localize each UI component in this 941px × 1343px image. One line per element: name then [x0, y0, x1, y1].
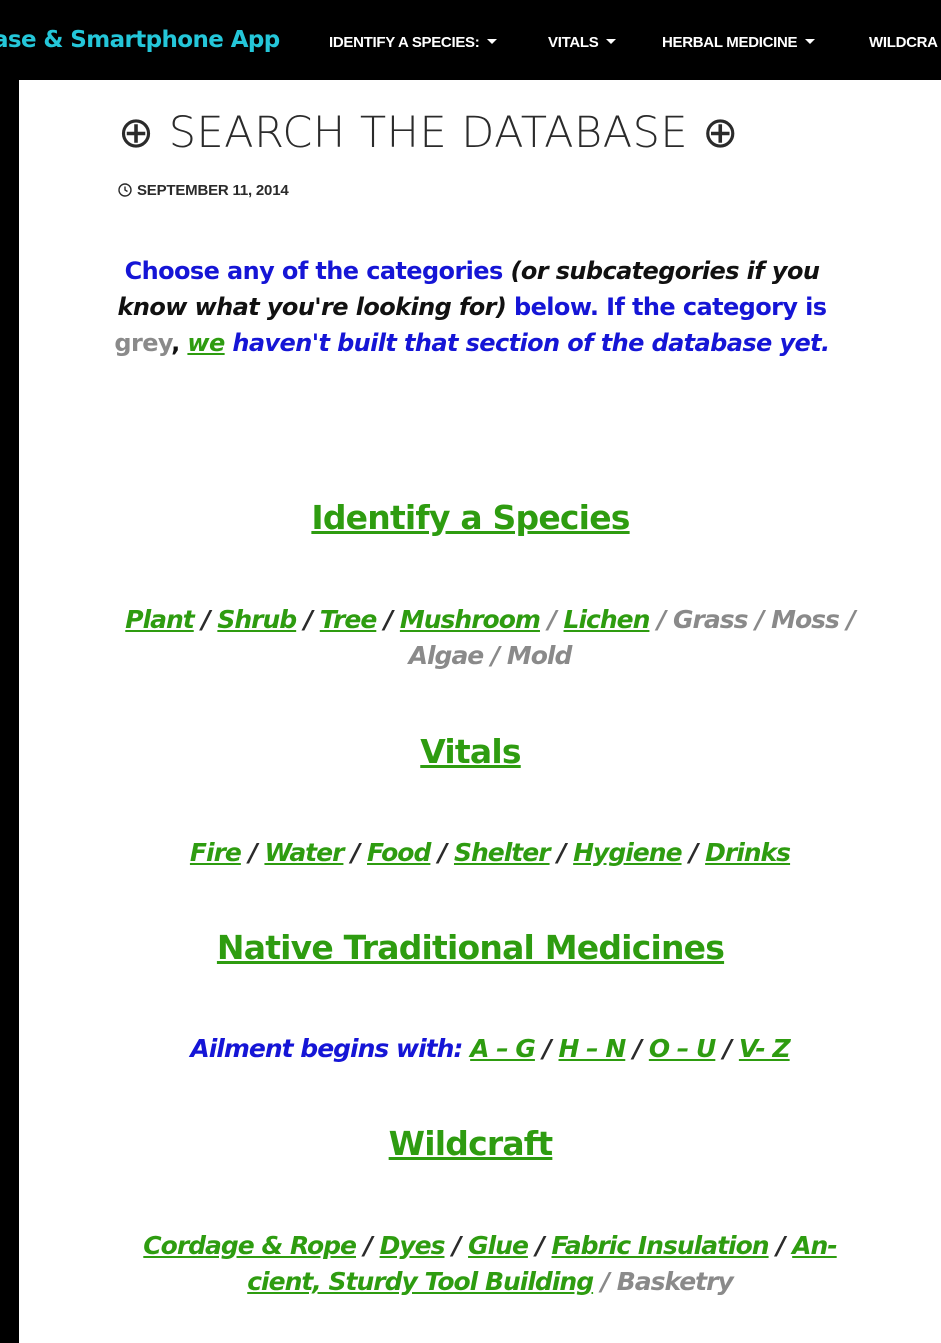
- nav-item-label: HERBAL MEDICINE: [662, 34, 798, 51]
- site-brand-link[interactable]: ase & Smartphone App: [0, 27, 280, 53]
- ailment-label: Ailment begins with:: [190, 1034, 463, 1063]
- link-water[interactable]: Water: [264, 838, 344, 867]
- top-navigation-bar: ase & Smartphone App IDENTIFY A SPECIES:…: [0, 0, 941, 80]
- medicine-links: Ailment begins with: A – G / H – N / O –…: [190, 1034, 791, 1063]
- page-title: ⊕ SEARCH THE DATABASE ⊕: [118, 108, 739, 158]
- unavailable-basketry: Basketry: [616, 1267, 734, 1296]
- chevron-down-icon: [487, 39, 498, 44]
- nav-item-wildcraft[interactable]: WILDCRA: [869, 34, 938, 51]
- nav-item-label: IDENTIFY A SPECIES:: [329, 34, 480, 51]
- intro-we-link[interactable]: we: [187, 329, 225, 357]
- chevron-down-icon: [805, 39, 816, 44]
- link-hygiene[interactable]: Hygiene: [573, 838, 682, 867]
- link-ailment-h-n[interactable]: H – N: [559, 1034, 627, 1063]
- intro-text: haven't built that section of the databa…: [232, 329, 830, 357]
- section-heading-vitals[interactable]: Vitals: [0, 732, 941, 771]
- link-glue[interactable]: Glue: [468, 1231, 529, 1260]
- unavailable-grass: Grass: [673, 605, 748, 634]
- link-ailment-v-z[interactable]: V- Z: [739, 1034, 791, 1063]
- link-dyes[interactable]: Dyes: [380, 1231, 446, 1260]
- wildcraft-links: Cordage & Rope / Dyes / Glue / Fabric In…: [143, 1231, 838, 1296]
- link-drinks[interactable]: Drinks: [705, 838, 791, 867]
- intro-comma: ,: [171, 329, 180, 357]
- section-heading-identify-a-species[interactable]: Identify a Species: [0, 498, 941, 537]
- link-ancient-tool-building[interactable]: An-: [792, 1231, 838, 1260]
- unavailable-mold: Mold: [506, 641, 573, 670]
- link-food[interactable]: Food: [367, 838, 431, 867]
- post-date[interactable]: SEPTEMBER 11, 2014: [118, 182, 289, 199]
- unavailable-moss: Moss: [771, 605, 840, 634]
- intro-paragraph: Choose any of the categories (or subcate…: [102, 253, 842, 361]
- identify-links: Plant / Shrub / Tree / Mushroom / Lichen…: [125, 605, 856, 670]
- chevron-down-icon: [606, 39, 617, 44]
- link-plant[interactable]: Plant: [125, 605, 195, 634]
- link-ancient-tool-building[interactable]: cient, Sturdy Tool Building: [247, 1267, 594, 1296]
- unavailable-algae: Algae: [408, 641, 485, 670]
- link-lichen[interactable]: Lichen: [564, 605, 651, 634]
- post-date-text: SEPTEMBER 11, 2014: [137, 182, 289, 199]
- intro-text: below. If the category is: [514, 293, 827, 321]
- link-shelter[interactable]: Shelter: [454, 838, 551, 867]
- link-fire[interactable]: Fire: [190, 838, 242, 867]
- intro-grey-word: grey: [114, 329, 172, 357]
- nav-item-identify-a-species[interactable]: IDENTIFY A SPECIES:: [329, 34, 498, 51]
- section-heading-native-traditional-medicines[interactable]: Native Traditional Medicines: [0, 928, 941, 967]
- nav-item-label: VITALS: [548, 34, 599, 51]
- section-heading-wildcraft[interactable]: Wildcraft: [0, 1124, 941, 1163]
- intro-text: Choose any of the categories: [124, 257, 504, 285]
- vitals-links: Fire / Water / Food / Shelter / Hygiene …: [189, 838, 791, 867]
- link-mushroom[interactable]: Mushroom: [400, 605, 541, 634]
- link-tree[interactable]: Tree: [320, 605, 378, 634]
- link-shrub[interactable]: Shrub: [217, 605, 297, 634]
- link-fabric-insulation[interactable]: Fabric Insulation: [551, 1231, 769, 1260]
- clock-icon: [118, 183, 132, 197]
- link-ailment-a-g[interactable]: A – G: [470, 1034, 536, 1063]
- link-cordage-rope[interactable]: Cordage & Rope: [143, 1231, 357, 1260]
- nav-item-vitals[interactable]: VITALS: [548, 34, 617, 51]
- nav-item-herbal-medicine[interactable]: HERBAL MEDICINE: [662, 34, 816, 51]
- link-ailment-o-u[interactable]: O – U: [649, 1034, 716, 1063]
